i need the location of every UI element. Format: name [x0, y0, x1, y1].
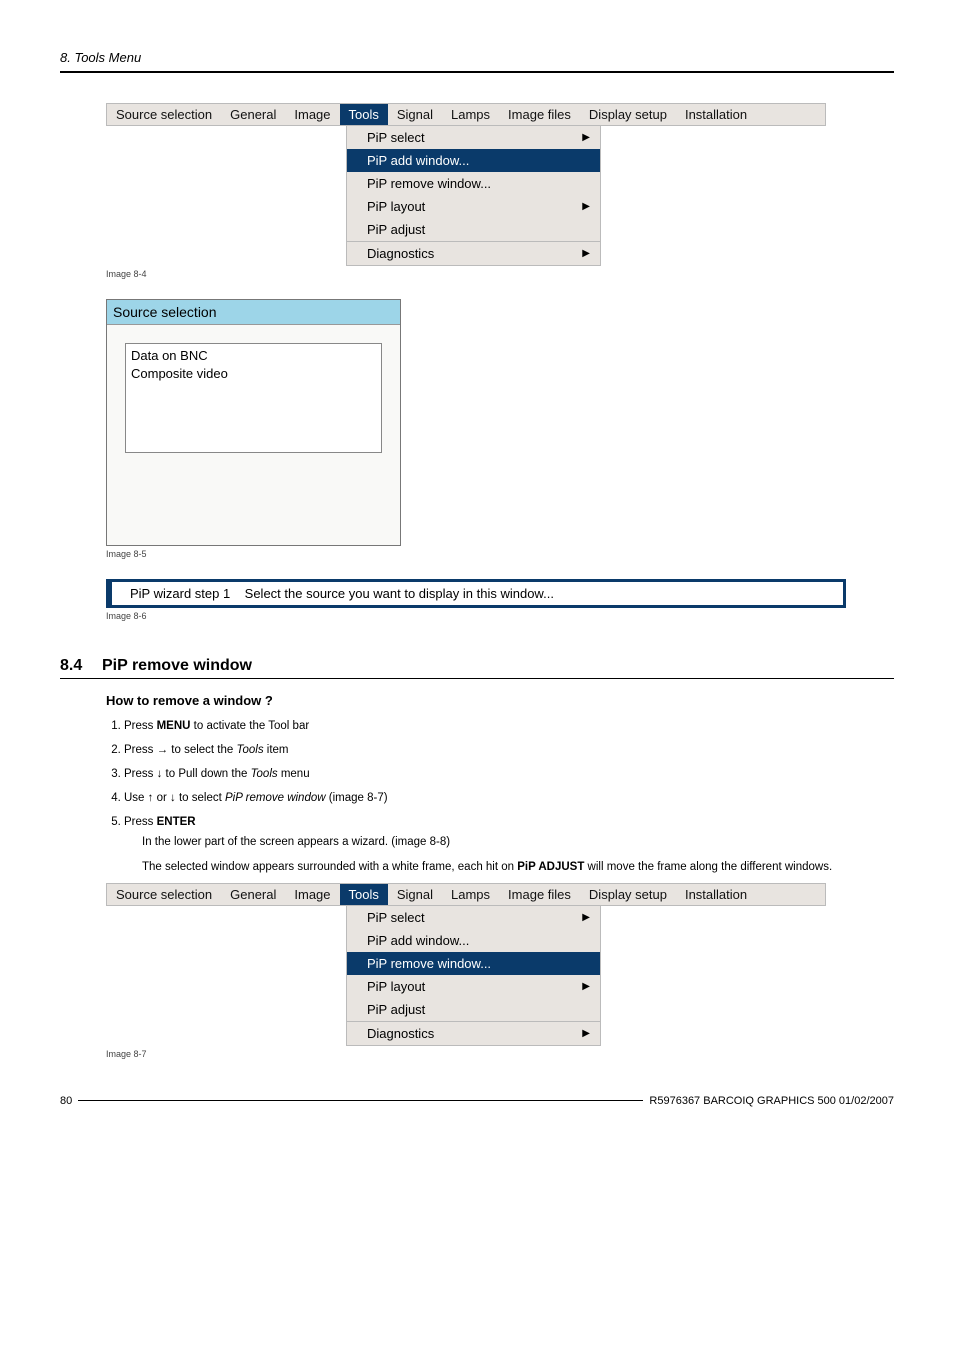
menu-display-setup[interactable]: Display setup — [580, 104, 676, 125]
window-title: Source selection — [107, 300, 400, 325]
dd-label: PiP remove window... — [367, 956, 491, 971]
dd-label: PiP select — [367, 910, 425, 925]
chevron-right-icon: ▶ — [582, 981, 590, 992]
dd-pip-adjust[interactable]: PiP adjust — [347, 998, 600, 1021]
caption-8-7: Image 8-7 — [106, 1049, 894, 1059]
dd-diagnostics[interactable]: Diagnostics ▶ — [347, 1022, 600, 1045]
dd-label: PiP add window... — [367, 933, 469, 948]
source-listbox[interactable]: Data on BNC Composite video — [125, 343, 382, 453]
figure-8-4: Source selection General Image Tools Sig… — [106, 103, 894, 279]
dd-pip-layout[interactable]: PiP layout ▶ — [347, 195, 600, 218]
dd-label: PiP adjust — [367, 222, 425, 237]
window-body: Data on BNC Composite video — [107, 325, 400, 545]
menu-signal[interactable]: Signal — [388, 884, 442, 905]
step-3: Press ↓ to Pull down the Tools menu — [124, 766, 894, 782]
dd-label: PiP select — [367, 130, 425, 145]
menu-lamps[interactable]: Lamps — [442, 884, 499, 905]
menu-lamps[interactable]: Lamps — [442, 104, 499, 125]
menu-general[interactable]: General — [221, 104, 285, 125]
menu-image-files[interactable]: Image files — [499, 884, 580, 905]
dd-pip-adjust[interactable]: PiP adjust — [347, 218, 600, 241]
menu-installation[interactable]: Installation — [676, 104, 756, 125]
dd-pip-layout[interactable]: PiP layout ▶ — [347, 975, 600, 998]
step-4: Use ↑ or ↓ to select PiP remove window (… — [124, 790, 894, 806]
step-2: Press → to select the Tools item — [124, 742, 894, 758]
menu-source-selection[interactable]: Source selection — [107, 884, 221, 905]
tools-dropdown-fig87: PiP select ▶ PiP add window... PiP remov… — [346, 906, 601, 1046]
dd-pip-add-window[interactable]: PiP add window... — [347, 929, 600, 952]
step-5-notes: In the lower part of the screen appears … — [124, 834, 894, 874]
dd-pip-select[interactable]: PiP select ▶ — [347, 126, 600, 149]
menu-image[interactable]: Image — [285, 104, 339, 125]
figure-8-7: Source selection General Image Tools Sig… — [106, 883, 894, 1059]
dd-label: PiP add window... — [367, 153, 469, 168]
menu-image[interactable]: Image — [285, 884, 339, 905]
menubar-fig87: Source selection General Image Tools Sig… — [106, 883, 826, 906]
note-1: In the lower part of the screen appears … — [142, 834, 894, 850]
dd-pip-select[interactable]: PiP select ▶ — [347, 906, 600, 929]
list-item[interactable]: Data on BNC — [131, 347, 376, 365]
step-5: Press ENTER In the lower part of the scr… — [124, 814, 894, 874]
list-item[interactable]: Composite video — [131, 365, 376, 383]
menu-tools[interactable]: Tools — [340, 104, 388, 125]
dd-pip-remove-window[interactable]: PiP remove window... — [347, 952, 600, 975]
page-header-title: 8. Tools Menu — [60, 50, 141, 65]
source-selection-window: Source selection Data on BNC Composite v… — [106, 299, 401, 546]
section-number: 8.4 — [60, 657, 102, 675]
dd-label: PiP remove window... — [367, 176, 491, 191]
footer-rule — [78, 1100, 643, 1101]
footer-text: R5976367 BARCOIQ GRAPHICS 500 01/02/2007 — [649, 1095, 894, 1107]
chevron-right-icon: ▶ — [582, 201, 590, 212]
note-2: The selected window appears surrounded w… — [142, 859, 894, 875]
menu-display-setup[interactable]: Display setup — [580, 884, 676, 905]
section-subhead: How to remove a window ? — [106, 693, 894, 708]
menu-image-files[interactable]: Image files — [499, 104, 580, 125]
chevron-right-icon: ▶ — [582, 1028, 590, 1039]
tools-dropdown-fig84: PiP select ▶ PiP add window... PiP remov… — [346, 126, 601, 266]
chevron-right-icon: ▶ — [582, 912, 590, 923]
step-1: Press MENU to activate the Tool bar — [124, 718, 894, 734]
caption-8-6: Image 8-6 — [106, 611, 894, 621]
dd-pip-add-window[interactable]: PiP add window... — [347, 149, 600, 172]
dd-label: Diagnostics — [367, 246, 434, 261]
menubar-fig84: Source selection General Image Tools Sig… — [106, 103, 826, 126]
wizard-step-text: Select the source you want to display in… — [245, 586, 554, 601]
wizard-step-label: PiP wizard step 1 — [130, 586, 230, 601]
chevron-right-icon: ▶ — [582, 248, 590, 259]
dd-label: PiP adjust — [367, 1002, 425, 1017]
caption-8-5: Image 8-5 — [106, 549, 894, 559]
menu-installation[interactable]: Installation — [676, 884, 756, 905]
chevron-right-icon: ▶ — [582, 132, 590, 143]
instruction-list: Press MENU to activate the Tool bar Pres… — [106, 718, 894, 875]
menu-signal[interactable]: Signal — [388, 104, 442, 125]
caption-8-4: Image 8-4 — [106, 269, 894, 279]
dd-diagnostics[interactable]: Diagnostics ▶ — [347, 242, 600, 265]
page-number: 80 — [60, 1095, 72, 1107]
dd-label: PiP layout — [367, 979, 425, 994]
menu-tools[interactable]: Tools — [340, 884, 388, 905]
menu-general[interactable]: General — [221, 884, 285, 905]
menu-source-selection[interactable]: Source selection — [107, 104, 221, 125]
section-title: PiP remove window — [102, 657, 252, 678]
page-header: 8. Tools Menu — [60, 50, 894, 73]
section-heading-row: 8.4 PiP remove window — [60, 657, 894, 679]
figure-8-5: Source selection Data on BNC Composite v… — [106, 299, 894, 559]
section-body: How to remove a window ? Press MENU to a… — [106, 693, 894, 875]
dd-label: Diagnostics — [367, 1026, 434, 1041]
pip-wizard-bar: PiP wizard step 1 Select the source you … — [106, 579, 846, 608]
dd-pip-remove-window[interactable]: PiP remove window... — [347, 172, 600, 195]
dd-label: PiP layout — [367, 199, 425, 214]
figure-8-6: PiP wizard step 1 Select the source you … — [106, 579, 894, 621]
page-footer: 80 R5976367 BARCOIQ GRAPHICS 500 01/02/2… — [60, 1095, 894, 1107]
